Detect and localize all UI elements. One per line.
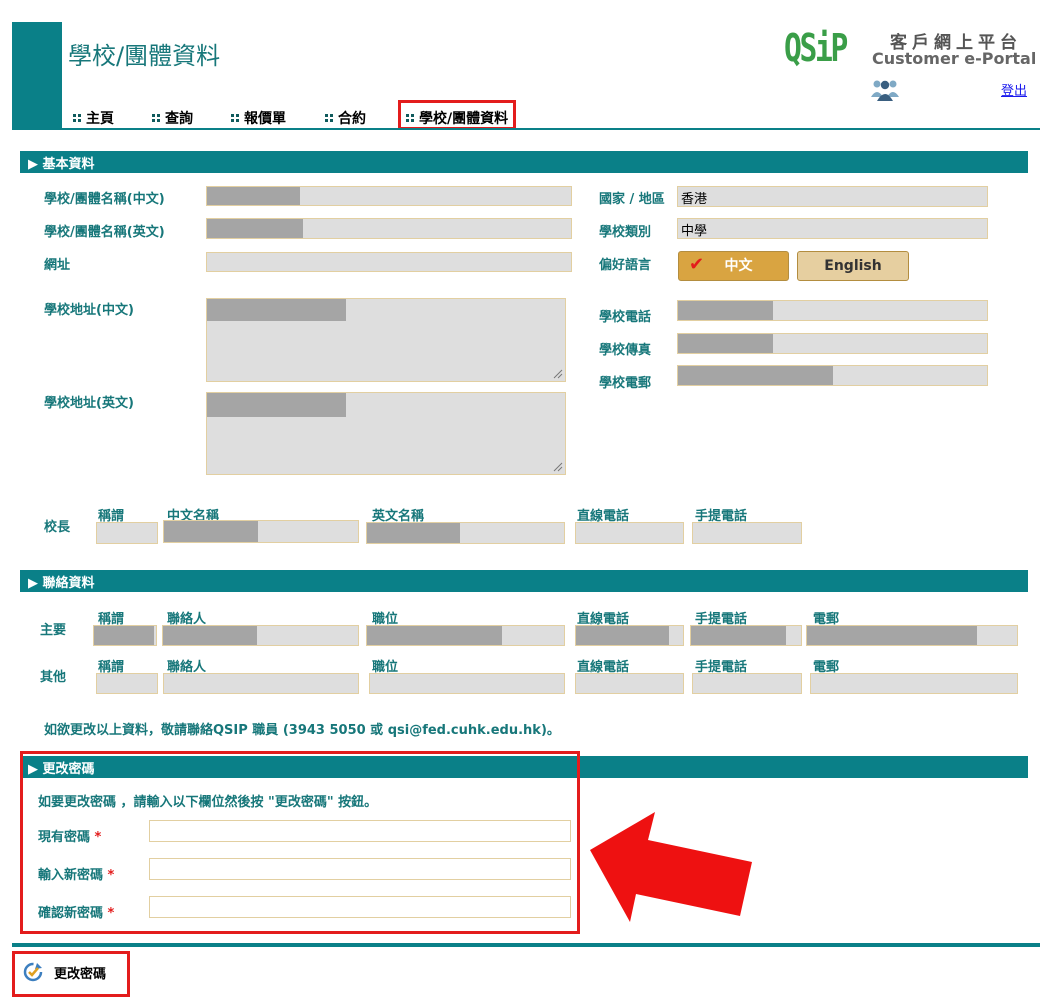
- name-en-label: 學校/團體名稱(英文): [44, 225, 165, 240]
- school-fax-label: 學校傳真: [599, 343, 652, 358]
- principal-mobile-field[interactable]: [692, 522, 802, 544]
- nav-highlight-box: [398, 100, 516, 130]
- grid-icon: [325, 114, 333, 122]
- principal-direct-field[interactable]: [575, 522, 684, 544]
- main-position-field[interactable]: [366, 625, 565, 646]
- school-phone-label: 學校電話: [599, 310, 652, 325]
- contact-change-note: 如欲更改以上資料，敬請聯絡QSIP 職員 (3943 5050 或 qsi@fe…: [44, 723, 560, 738]
- grid-icon: [152, 114, 160, 122]
- page-title: 學校/團體資料: [68, 42, 221, 70]
- website-label: 網址: [44, 258, 71, 273]
- school-phone-field[interactable]: [677, 300, 988, 321]
- name-zh-field[interactable]: [206, 186, 572, 206]
- button-highlight-box: [12, 951, 130, 997]
- contact-info-bar: ▶ 聯絡資料: [20, 570, 1028, 592]
- school-email-field[interactable]: [677, 365, 988, 386]
- grid-icon: [231, 114, 239, 122]
- resize-handle-icon[interactable]: [553, 462, 563, 472]
- lang-zh-button[interactable]: ✔ 中文: [678, 251, 789, 281]
- red-arrow-icon: [590, 810, 755, 925]
- nav-quotation[interactable]: 報價單: [231, 108, 286, 128]
- nav-query[interactable]: 查詢: [152, 108, 193, 128]
- users-icon[interactable]: [869, 77, 901, 101]
- country-field[interactable]: 香港: [677, 186, 988, 207]
- main-mobile-field[interactable]: [690, 625, 802, 646]
- lang-en-button[interactable]: English: [797, 251, 909, 281]
- other-direct-field[interactable]: [575, 673, 684, 694]
- address-zh-label: 學校地址(中文): [44, 303, 134, 318]
- school-fax-field[interactable]: [677, 333, 988, 354]
- school-email-label: 學校電郵: [599, 376, 652, 391]
- grid-icon: [73, 114, 81, 122]
- header-divider: [12, 128, 1040, 130]
- logout-link[interactable]: 登出: [1001, 80, 1027, 99]
- address-zh-field[interactable]: [206, 298, 566, 382]
- resize-handle-icon[interactable]: [553, 369, 563, 379]
- school-type-field[interactable]: 中學: [677, 218, 988, 239]
- address-en-label: 學校地址(英文): [44, 396, 134, 411]
- school-type-label: 學校類別: [599, 225, 652, 240]
- other-contact-field[interactable]: [163, 673, 359, 694]
- address-en-field[interactable]: [206, 392, 566, 475]
- principal-name-zh-field[interactable]: [163, 520, 359, 543]
- qsip-logo: QSiP: [784, 26, 848, 70]
- main-contact-label: 主要: [40, 623, 67, 638]
- name-en-field[interactable]: [206, 218, 572, 239]
- main-direct-field[interactable]: [575, 625, 684, 646]
- preferred-language-label: 偏好語言: [599, 258, 652, 273]
- name-zh-label: 學校/團體名稱(中文): [44, 192, 165, 207]
- footer-divider: [12, 943, 1040, 947]
- country-label: 國家 / 地區: [599, 192, 665, 207]
- principal-name-en-field[interactable]: [366, 522, 565, 544]
- website-field[interactable]: [206, 252, 572, 272]
- other-email-field[interactable]: [810, 673, 1018, 694]
- check-icon: ✔: [689, 254, 705, 275]
- principal-title-field[interactable]: [96, 522, 158, 544]
- header-accent-block: [12, 22, 62, 128]
- other-position-field[interactable]: [369, 673, 565, 694]
- basic-info-bar: ▶ 基本資料: [20, 151, 1028, 173]
- password-section-highlight-box: [20, 751, 580, 934]
- main-contact-field[interactable]: [162, 625, 359, 646]
- main-email-field[interactable]: [806, 625, 1018, 646]
- other-contact-label: 其他: [40, 670, 67, 685]
- main-title-field[interactable]: [93, 625, 157, 646]
- nav-contract[interactable]: 合約: [325, 108, 366, 128]
- portal-title-en: Customer e-Portal: [872, 49, 1037, 68]
- principal-label: 校長: [44, 520, 71, 535]
- other-title-field[interactable]: [96, 673, 158, 694]
- other-mobile-field[interactable]: [692, 673, 802, 694]
- nav-home[interactable]: 主頁: [73, 108, 114, 128]
